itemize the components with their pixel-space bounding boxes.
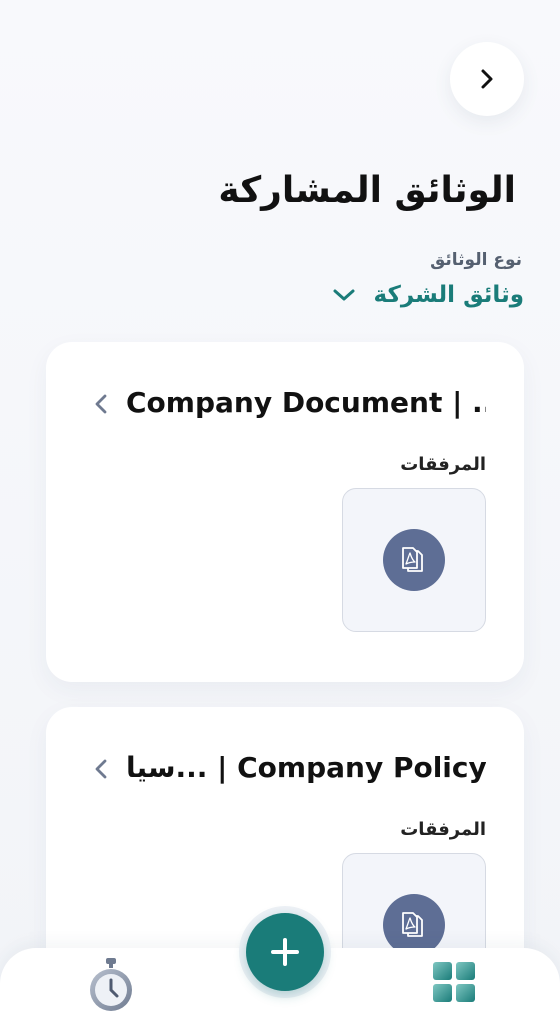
shared-documents-screen: الوثائق المشاركة نوع الوثائق وثائق الشرك… [0,0,560,1016]
grid-icon[interactable] [431,960,477,1004]
add-button[interactable] [246,913,324,991]
document-title: سيا... | Company Policy [126,751,486,784]
attachments-label: المرفقات [400,819,486,840]
fab-container [239,906,331,998]
document-card[interactable]: Company Document | ... المرفقات [46,342,524,682]
document-title: Company Document | ... [126,386,486,419]
attachments-label: المرفقات [400,454,486,475]
document-type-dropdown[interactable]: وثائق الشركة [332,278,525,312]
attachment-tile[interactable] [342,488,486,632]
chevron-left-icon[interactable] [90,757,114,781]
chevron-down-icon [333,289,354,301]
back-button[interactable] [450,42,524,116]
document-type-value: وثائق الشركة [373,282,525,308]
chevron-left-icon[interactable] [90,392,114,416]
page-title: الوثائق المشاركة [218,170,516,211]
pdf-file-icon [383,529,445,591]
plus-icon [271,938,299,966]
chevron-right-icon [481,69,493,89]
document-type-label: نوع الوثائق [430,250,522,270]
pdf-file-icon [383,894,445,956]
stopwatch-icon[interactable] [87,956,135,1014]
